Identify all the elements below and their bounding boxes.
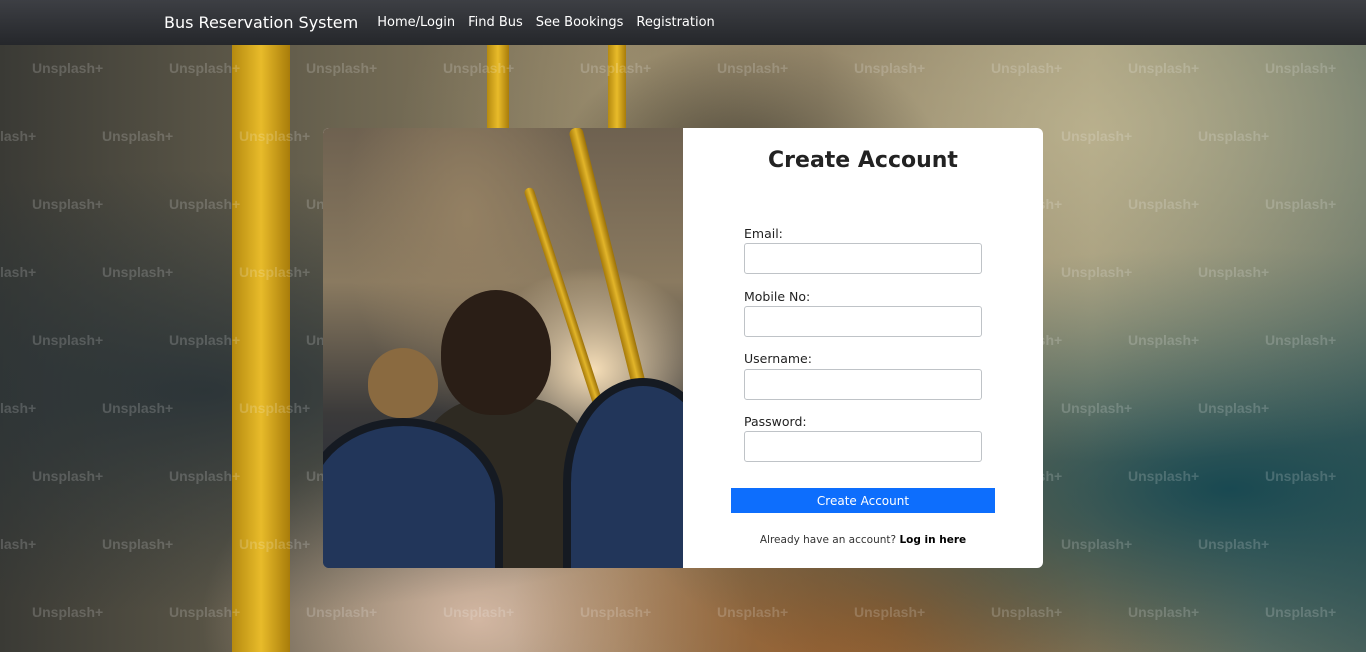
watermark: Unsplash+ — [991, 604, 1063, 620]
watermark: Unsplash+ — [102, 128, 174, 144]
watermark: Unsplash+ — [443, 60, 515, 76]
watermark: Unsplash+ — [239, 264, 311, 280]
watermark: Unsplash+ — [1265, 60, 1337, 76]
watermark: Unsplash+ — [32, 468, 104, 484]
watermark: Unsplash+ — [1198, 536, 1270, 552]
watermark: Unsplash+ — [32, 332, 104, 348]
watermark: Unsplash+ — [1265, 332, 1337, 348]
watermark: Unsplash+ — [1128, 196, 1200, 212]
watermark: Unsplash+ — [580, 60, 652, 76]
watermark: Unsplash+ — [0, 536, 37, 552]
bus-interior-image — [323, 128, 683, 568]
watermark: Unsplash+ — [580, 604, 652, 620]
watermark: Unsplash+ — [854, 60, 926, 76]
watermark: Unsplash+ — [32, 196, 104, 212]
watermark: Unsplash+ — [32, 60, 104, 76]
form-title: Create Account — [768, 148, 958, 173]
username-label: Username: — [744, 351, 812, 366]
watermark: Unsplash+ — [717, 604, 789, 620]
watermark: Unsplash+ — [1265, 196, 1337, 212]
watermark: Unsplash+ — [1198, 128, 1270, 144]
username-field[interactable] — [744, 369, 982, 400]
login-prompt: Already have an account? Log in here — [683, 534, 1043, 546]
background-pole — [487, 45, 509, 135]
image-seat — [563, 378, 683, 568]
email-field[interactable] — [744, 243, 982, 274]
watermark: Unsplash+ — [102, 400, 174, 416]
watermark: Unsplash+ — [1061, 400, 1133, 416]
watermark: Unsplash+ — [1198, 264, 1270, 280]
watermark: Unsplash+ — [239, 536, 311, 552]
watermark: Unsplash+ — [32, 604, 104, 620]
watermark: Unsplash+ — [1061, 128, 1133, 144]
watermark: Unsplash+ — [169, 604, 241, 620]
nav-home-login[interactable]: Home/Login — [377, 15, 455, 30]
watermark: Unsplash+ — [1128, 604, 1200, 620]
watermark: Unsplash+ — [1128, 468, 1200, 484]
watermark: Unsplash+ — [1061, 264, 1133, 280]
mobile-field[interactable] — [744, 306, 982, 337]
image-passenger-head — [368, 348, 438, 418]
image-pole — [568, 128, 655, 421]
nav-find-bus[interactable]: Find Bus — [468, 15, 523, 30]
password-field[interactable] — [744, 431, 982, 462]
watermark: Unsplash+ — [169, 332, 241, 348]
navbar: Bus Reservation System Home/Login Find B… — [0, 0, 1366, 45]
login-prompt-text: Already have an account? — [759, 534, 897, 546]
nav-registration[interactable]: Registration — [636, 15, 714, 30]
watermark: Unsplash+ — [0, 400, 37, 416]
watermark: Unsplash+ — [717, 60, 789, 76]
watermark: Unsplash+ — [0, 128, 37, 144]
registration-form: Create Account Email: Mobile No: Usernam… — [683, 128, 1043, 568]
watermark: Unsplash+ — [991, 60, 1063, 76]
watermark: Unsplash+ — [1265, 604, 1337, 620]
password-label: Password: — [744, 414, 807, 429]
watermark: Unsplash+ — [169, 196, 241, 212]
create-account-button[interactable]: Create Account — [731, 488, 995, 513]
watermark: Unsplash+ — [169, 60, 241, 76]
background-pole — [608, 45, 626, 135]
brand-title[interactable]: Bus Reservation System — [164, 13, 358, 32]
watermark: Unsplash+ — [239, 400, 311, 416]
login-link[interactable]: Log in here — [899, 534, 966, 546]
watermark: Unsplash+ — [102, 264, 174, 280]
watermark: Unsplash+ — [1128, 60, 1200, 76]
image-passenger-head — [441, 290, 551, 415]
watermark: Unsplash+ — [1061, 536, 1133, 552]
watermark: Unsplash+ — [239, 128, 311, 144]
watermark: Unsplash+ — [1128, 332, 1200, 348]
watermark: Unsplash+ — [1198, 400, 1270, 416]
registration-card: Create Account Email: Mobile No: Usernam… — [323, 128, 1043, 568]
watermark: Unsplash+ — [0, 264, 37, 280]
watermark: Unsplash+ — [443, 604, 515, 620]
nav-see-bookings[interactable]: See Bookings — [536, 15, 624, 30]
watermark: Unsplash+ — [306, 604, 378, 620]
watermark: Unsplash+ — [854, 604, 926, 620]
watermark: Unsplash+ — [169, 468, 241, 484]
watermark: Unsplash+ — [306, 60, 378, 76]
watermark: Unsplash+ — [1265, 468, 1337, 484]
mobile-label: Mobile No: — [744, 289, 811, 304]
watermark: Unsplash+ — [102, 536, 174, 552]
email-label: Email: — [744, 226, 783, 241]
